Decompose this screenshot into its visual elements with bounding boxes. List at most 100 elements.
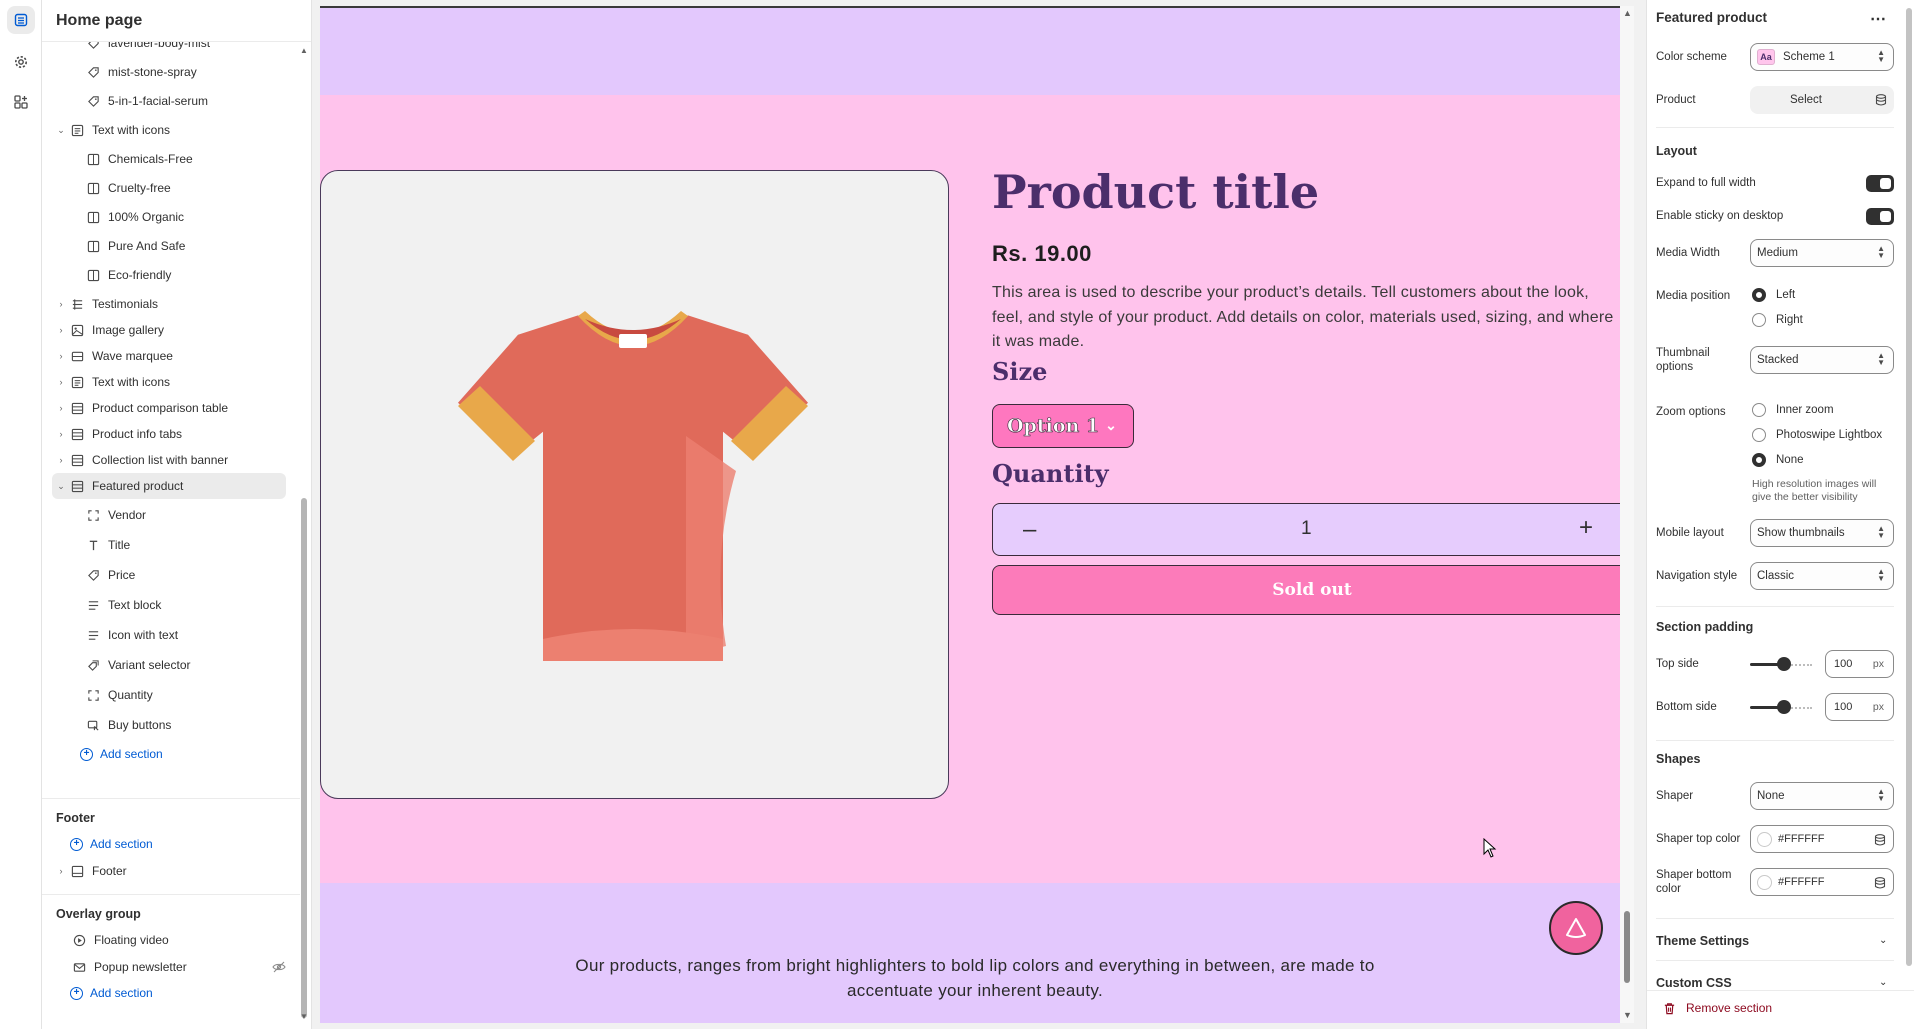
- sticky-desktop-toggle[interactable]: [1866, 208, 1894, 225]
- add-section-button-overlay[interactable]: + Add section: [52, 980, 286, 1006]
- tree-section-footer[interactable]: › Footer: [52, 858, 286, 884]
- chevron-right-icon[interactable]: ›: [54, 403, 68, 413]
- preview-scrollbar[interactable]: ▲ ▼: [1620, 6, 1634, 1023]
- scrollbar-thumb[interactable]: [1624, 911, 1630, 983]
- product-select-button[interactable]: Select: [1750, 86, 1894, 114]
- scrollbar-thumb[interactable]: [1906, 8, 1912, 966]
- zoom-none-radio[interactable]: None: [1752, 453, 1804, 467]
- chevron-down-icon[interactable]: ⌄: [54, 125, 68, 136]
- tree-item-block[interactable]: 5-in-1-facial-serum: [52, 88, 286, 114]
- quantity-plus-button[interactable]: +: [1579, 514, 1593, 542]
- zoom-photoswipe-radio[interactable]: Photoswipe Lightbox: [1752, 428, 1882, 442]
- quantity-minus-button[interactable]: –: [1023, 516, 1036, 544]
- tree-section-text-with-icons[interactable]: ⌄ Text with icons: [52, 117, 286, 143]
- chevron-down-icon[interactable]: ⌄: [1879, 935, 1887, 946]
- color-scheme-select[interactable]: Aa Scheme 1 ▲ ▼: [1750, 43, 1894, 71]
- thumbnail-options-select[interactable]: Stacked ▲ ▼: [1750, 346, 1894, 374]
- tree-block-icon-with-text[interactable]: Icon with text: [52, 622, 286, 648]
- theme-settings-gear-icon[interactable]: [7, 48, 35, 76]
- tree-section-wave-marquee[interactable]: › Wave marquee: [52, 343, 286, 369]
- navigation-style-select[interactable]: Classic ▲ ▼: [1750, 562, 1894, 590]
- tree-section-product-comparison-table[interactable]: › Product comparison table: [52, 395, 286, 421]
- database-icon[interactable]: [1873, 833, 1887, 847]
- media-position-right-radio[interactable]: Right: [1752, 313, 1803, 327]
- scroll-up-arrow-icon[interactable]: ▲: [300, 46, 308, 55]
- floating-action-button[interactable]: [1549, 901, 1603, 955]
- top-side-slider[interactable]: [1750, 657, 1812, 671]
- shaper-bottom-color-input[interactable]: #FFFFFF: [1750, 868, 1894, 896]
- custom-css-toggle[interactable]: Custom CSS: [1656, 976, 1732, 990]
- tree-section-featured-product[interactable]: ⌄ Featured product: [52, 473, 286, 499]
- zoom-inner-radio[interactable]: Inner zoom: [1752, 403, 1834, 417]
- media-width-select[interactable]: Medium ▲ ▼: [1750, 239, 1894, 267]
- mobile-layout-select[interactable]: Show thumbnails ▲ ▼: [1750, 519, 1894, 547]
- color-swatch[interactable]: [1757, 831, 1772, 847]
- top-side-value: 100: [1834, 658, 1853, 670]
- slider-handle[interactable]: [1777, 700, 1791, 714]
- tree-section-popup-newsletter[interactable]: Popup newsletter: [52, 954, 286, 980]
- add-section-button[interactable]: + Add section: [52, 741, 286, 767]
- chevron-down-icon[interactable]: ⌄: [54, 481, 68, 492]
- bottom-side-input[interactable]: 100 px: [1825, 693, 1894, 721]
- scroll-up-arrow-icon[interactable]: ▲: [1623, 8, 1632, 18]
- tree-section-collection-list-with-banner[interactable]: › Collection list with banner: [52, 447, 286, 473]
- shaper-select[interactable]: None ▲ ▼: [1750, 782, 1894, 810]
- chevron-right-icon[interactable]: ›: [54, 429, 68, 439]
- sections-icon[interactable]: [7, 6, 35, 34]
- tree-section-text-with-icons-2[interactable]: › Text with icons: [52, 369, 286, 395]
- tree-block-price[interactable]: Price: [52, 562, 286, 588]
- remove-section-button[interactable]: Remove section: [1663, 1001, 1772, 1015]
- tree-section-floating-video[interactable]: Floating video: [52, 927, 286, 953]
- app-embeds-icon[interactable]: [7, 88, 35, 116]
- shaper-top-color-input[interactable]: #FFFFFF: [1750, 825, 1894, 853]
- more-options-icon[interactable]: ⋯: [1870, 9, 1887, 29]
- add-section-button-footer[interactable]: + Add section: [52, 831, 286, 857]
- scrollbar-thumb[interactable]: [301, 498, 307, 1018]
- bottom-side-slider[interactable]: [1750, 700, 1812, 714]
- scroll-down-arrow-icon[interactable]: ▼: [1623, 1010, 1632, 1020]
- media-position-left-radio[interactable]: Left: [1752, 288, 1795, 302]
- tree-section-product-info-tabs[interactable]: › Product info tabs: [52, 421, 286, 447]
- tree-block-buy-buttons[interactable]: Buy buttons: [52, 712, 286, 738]
- featured-product-section[interactable]: Product title Rs. 19.00 This area is use…: [320, 95, 1620, 883]
- slider-handle[interactable]: [1777, 657, 1791, 671]
- chevron-right-icon[interactable]: ›: [54, 377, 68, 387]
- tree-item-block[interactable]: 100% Organic: [52, 204, 286, 230]
- tree-item-block[interactable]: Eco-friendly: [52, 262, 286, 288]
- theme-settings-toggle[interactable]: Theme Settings: [1656, 934, 1749, 948]
- expand-full-width-toggle[interactable]: [1866, 175, 1894, 192]
- chevron-right-icon[interactable]: ›: [54, 351, 68, 361]
- color-swatch[interactable]: [1757, 874, 1772, 890]
- database-icon[interactable]: [1873, 876, 1887, 890]
- tree-block-text-block[interactable]: Text block: [52, 592, 286, 618]
- chevron-right-icon[interactable]: ›: [54, 299, 68, 309]
- quantity-value[interactable]: 1: [1301, 518, 1312, 540]
- chevron-right-icon[interactable]: ›: [54, 325, 68, 335]
- tree-item-block[interactable]: Cruelty-free: [52, 175, 286, 201]
- tree-item-block[interactable]: Chemicals-Free: [52, 146, 286, 172]
- sold-out-button[interactable]: Sold out: [992, 565, 1620, 615]
- chevron-right-icon[interactable]: ›: [54, 866, 68, 876]
- eye-slash-icon[interactable]: [272, 960, 286, 974]
- tree-block-quantity[interactable]: Quantity: [52, 682, 286, 708]
- tree-block-variant-selector[interactable]: Variant selector: [52, 652, 286, 678]
- product-media[interactable]: [320, 170, 949, 799]
- tree-section-image-gallery[interactable]: › Image gallery: [52, 317, 286, 343]
- database-icon[interactable]: [1874, 93, 1888, 107]
- storefront-preview[interactable]: Product title Rs. 19.00 This area is use…: [320, 6, 1620, 1023]
- chevron-right-icon[interactable]: ›: [54, 455, 68, 465]
- scroll-down-arrow-icon[interactable]: ▼: [300, 1012, 308, 1021]
- tree-item-block[interactable]: mist-stone-spray: [52, 59, 286, 85]
- media-position-label: Media position: [1656, 290, 1731, 302]
- theme-editor: Home page lavender-body-mist mist-stone-…: [0, 0, 1914, 1029]
- tree-block-title[interactable]: Title: [52, 532, 286, 558]
- sidebar-scrollbar[interactable]: ▲ ▼: [300, 46, 308, 1021]
- size-select[interactable]: Option 1 ⌄: [992, 404, 1134, 448]
- top-side-input[interactable]: 100 px: [1825, 650, 1894, 678]
- tree-block-vendor[interactable]: Vendor: [52, 502, 286, 528]
- quantity-stepper[interactable]: – 1 +: [992, 503, 1620, 556]
- chevron-down-icon[interactable]: ⌄: [1879, 977, 1887, 988]
- tree-section-testimonials[interactable]: › Testimonials: [52, 291, 286, 317]
- settings-scrollbar[interactable]: [1906, 8, 1912, 980]
- tree-item-block[interactable]: Pure And Safe: [52, 233, 286, 259]
